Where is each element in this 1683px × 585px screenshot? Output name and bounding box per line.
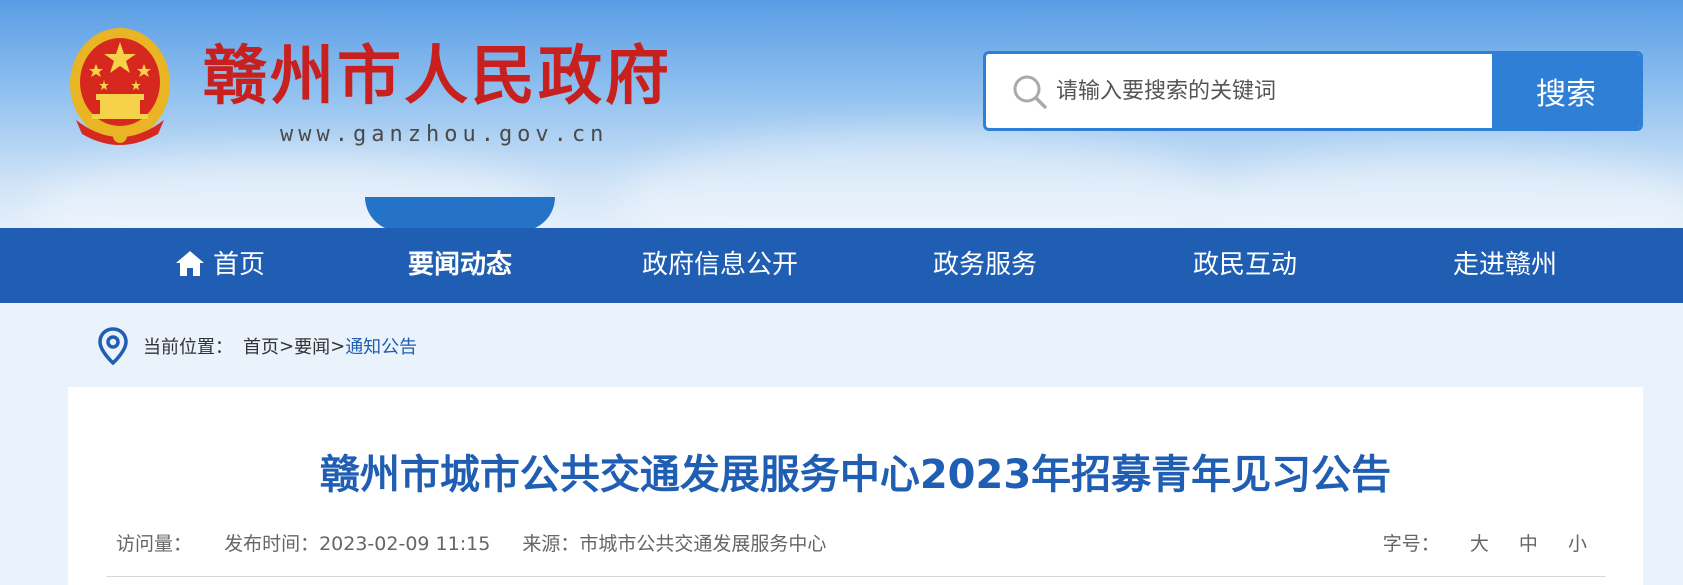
nav-item-interaction[interactable]: 政民互动 — [1140, 228, 1350, 303]
site-url: www.ganzhou.gov.cn — [280, 122, 609, 147]
home-icon — [175, 250, 204, 276]
nav-item-label: 首页 — [212, 250, 265, 280]
font-size-large-button[interactable]: 大 — [1470, 533, 1489, 555]
breadcrumb-current[interactable]: 通知公告 — [345, 333, 417, 359]
publish-label: 发布时间： — [224, 533, 320, 555]
national-emblem-icon — [70, 28, 170, 145]
search-button[interactable]: 搜索 — [1492, 54, 1640, 128]
font-size-small-button[interactable]: 小 — [1568, 533, 1587, 555]
nav-item-news[interactable]: 要闻动态 — [355, 228, 565, 303]
search-input[interactable] — [1056, 54, 1476, 128]
source-label: 来源： — [522, 533, 580, 555]
font-size-label: 字号： — [1382, 533, 1440, 555]
breadcrumb-home[interactable]: 首页 — [243, 333, 279, 359]
visits-label: 访问量： — [116, 533, 193, 555]
breadcrumb-separator: > — [330, 335, 346, 357]
nav-active-tab-decoration — [365, 197, 555, 228]
article-meta: 访问量： 发布时间：2023-02-09 11:15 来源：市城市公共交通发展服… — [116, 529, 852, 556]
breadcrumb-news[interactable]: 要闻 — [294, 333, 330, 359]
nav-item-gov-info[interactable]: 政府信息公开 — [605, 228, 835, 303]
font-size-control: 字号： 大 中 小 — [1383, 529, 1587, 556]
meta-divider — [106, 576, 1606, 577]
source-info: 来源：市城市公共交通发展服务中心 — [522, 533, 826, 555]
search-box: 搜索 — [983, 51, 1643, 131]
nav-item-services[interactable]: 政务服务 — [880, 228, 1090, 303]
article-container: 赣州市城市公共交通发展服务中心2023年招募青年见习公告 访问量： 发布时间：2… — [68, 387, 1643, 585]
breadcrumb: 当前位置： 首页 > 要闻 > 通知公告 — [97, 326, 417, 366]
location-pin-icon — [98, 327, 128, 365]
publish-info: 发布时间：2023-02-09 11:15 — [224, 533, 490, 555]
main-nav: 首页 要闻动态 政府信息公开 政务服务 政民互动 走进赣州 — [0, 228, 1683, 303]
article-title: 赣州市城市公共交通发展服务中心2023年招募青年见习公告 — [319, 452, 1392, 498]
publish-time: 2023-02-09 11:15 — [319, 533, 491, 555]
search-icon — [1013, 75, 1047, 109]
header: 赣州市人民政府 www.ganzhou.gov.cn 搜索 — [0, 0, 1683, 228]
breadcrumb-separator: > — [279, 335, 295, 357]
breadcrumb-prefix: 当前位置： — [143, 337, 233, 358]
nav-item-home[interactable]: 首页 — [130, 228, 310, 303]
header-cloud — [620, 130, 1220, 228]
source-value: 市城市公共交通发展服务中心 — [579, 533, 827, 555]
header-cloud — [1200, 150, 1683, 228]
nav-item-about[interactable]: 走进赣州 — [1400, 228, 1610, 303]
font-size-medium-button[interactable]: 中 — [1519, 533, 1538, 555]
site-name[interactable]: 赣州市人民政府 — [203, 38, 672, 116]
